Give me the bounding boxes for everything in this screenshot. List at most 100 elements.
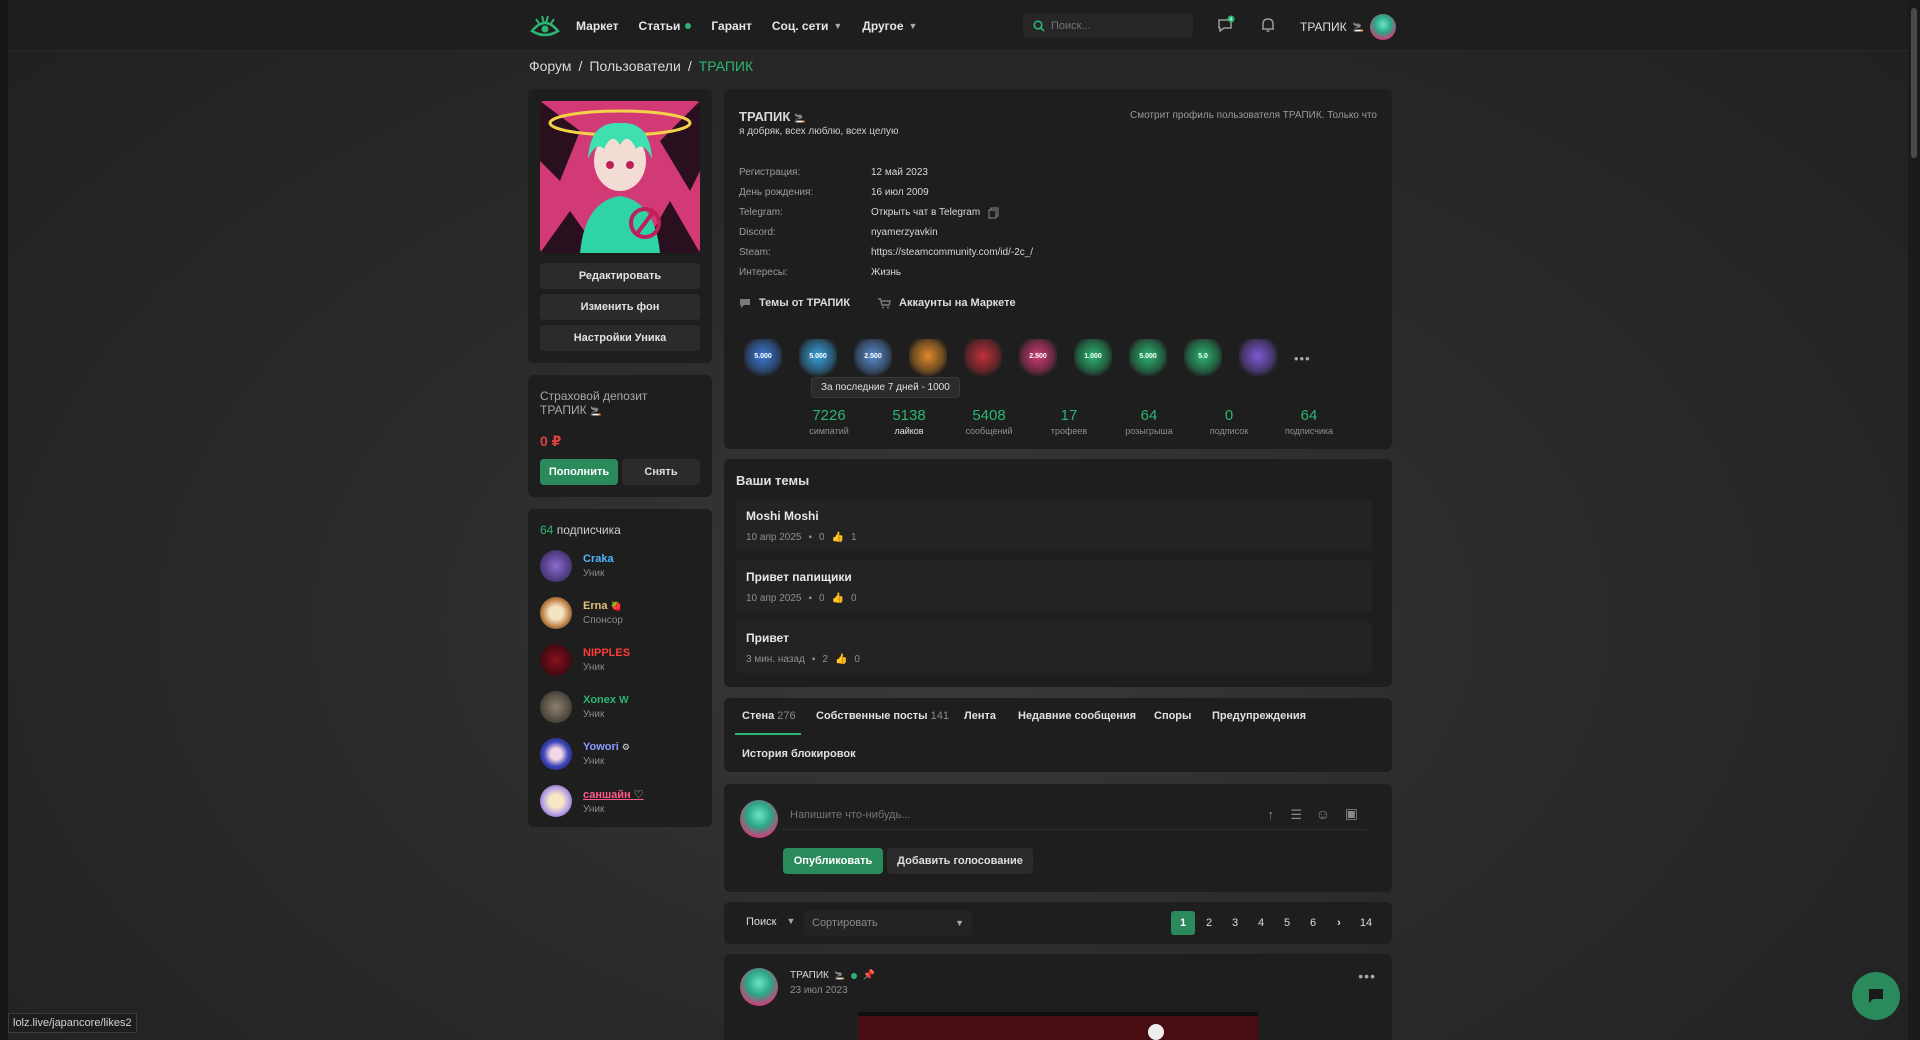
unique-settings-button[interactable]: Настройки Уника <box>540 325 700 351</box>
profile-links: Темы от ТРАПИК Аккаунты на Маркете <box>739 297 1016 309</box>
subscriber-item[interactable]: Xonex W Уник <box>540 688 700 726</box>
breadcrumb-users[interactable]: Пользователи <box>589 58 680 74</box>
profile-name: ТРАПИК 🚬 <box>739 109 805 124</box>
list-icon[interactable]: ☰ <box>1290 807 1302 823</box>
page-5[interactable]: 5 <box>1275 911 1299 935</box>
username-badge-icon: 🚬 <box>834 971 845 980</box>
trophy-badge-icon[interactable]: 2.500 <box>1019 339 1057 377</box>
nav-inner: Маркет Статьи Гарант Соц. сети ▼ Другое ▼ <box>528 0 1428 51</box>
more-options-icon[interactable]: ••• <box>1358 968 1376 984</box>
stat-giveaways[interactable]: 64 розыгрыша <box>1109 407 1189 436</box>
theme-item[interactable]: Moshi Moshi 10 апр 2025 ▪ 0 👍 1 <box>736 499 1372 551</box>
change-background-button[interactable]: Изменить фон <box>540 294 700 320</box>
composer-input[interactable] <box>790 808 1240 821</box>
thumbs-up-icon: 👍 <box>831 532 845 543</box>
scrollbar-thumb[interactable] <box>1911 8 1917 158</box>
stat-trophies[interactable]: 17 трофеев <box>1029 407 1109 436</box>
page-6[interactable]: 6 <box>1301 911 1325 935</box>
site-logo-icon[interactable] <box>528 9 562 43</box>
post-image[interactable] <box>858 1012 1258 1040</box>
edit-profile-button[interactable]: Редактировать <box>540 263 700 289</box>
page-1[interactable]: 1 <box>1171 911 1195 935</box>
tab-disputes[interactable]: Споры <box>1154 710 1191 722</box>
subscriber-item[interactable]: Erna 🍓 Спонсор <box>540 594 700 632</box>
search-input[interactable] <box>1051 19 1181 32</box>
subscriber-name-text: Yowori <box>583 741 619 753</box>
page-last[interactable]: 14 <box>1354 911 1378 935</box>
next-page-button[interactable]: › <box>1327 911 1351 935</box>
tab-own-posts[interactable]: Собственные посты 141 <box>816 710 949 722</box>
copy-icon[interactable] <box>988 207 1000 219</box>
page-4[interactable]: 4 <box>1249 911 1273 935</box>
breadcrumb-forum[interactable]: Форум <box>529 58 572 74</box>
post-author[interactable]: ТРАПИК 🚬 📌 <box>790 970 875 981</box>
online-indicator <box>850 972 857 979</box>
theme-item[interactable]: Привет папищики 10 апр 2025 ▪ 0 👍 0 <box>736 560 1372 612</box>
topup-button[interactable]: Пополнить <box>540 459 618 485</box>
steam-link[interactable]: https://steamcommunity.com/id/-2c_/ <box>871 247 1033 258</box>
post-author-avatar[interactable] <box>740 968 778 1006</box>
add-poll-button[interactable]: Добавить голосование <box>887 848 1033 874</box>
publish-button[interactable]: Опубликовать <box>783 848 883 874</box>
subscriber-item[interactable]: Craka Уник <box>540 547 700 585</box>
trophy-badge-icon[interactable]: 5.0 <box>1184 339 1222 377</box>
messages-icon[interactable]: 4 <box>1216 15 1236 35</box>
nav-other[interactable]: Другое ▼ <box>862 19 917 33</box>
nav-market[interactable]: Маркет <box>576 19 619 33</box>
stat-followers[interactable]: 64 подписчика <box>1269 407 1349 436</box>
trophy-badge-icon[interactable]: 5.000 <box>799 339 837 377</box>
stat-likes[interactable]: 5138 лайков <box>869 407 949 436</box>
subscriber-name: Yowori ⚙ <box>583 741 630 753</box>
subscriber-item[interactable]: саншайн ♡ Уник <box>540 782 700 820</box>
profile-avatar[interactable] <box>540 101 700 253</box>
search-filter[interactable]: Поиск ▼ <box>746 916 795 928</box>
more-trophies-icon[interactable]: ••• <box>1294 351 1311 366</box>
search-icon <box>1033 19 1045 32</box>
trophy-badge-icon[interactable] <box>964 339 1002 377</box>
trophy-label: 5.000 <box>754 353 772 360</box>
search-box[interactable] <box>1023 13 1193 38</box>
stat-sympathies[interactable]: 7226 симпатий <box>789 407 869 436</box>
post-image-top-band <box>858 1012 1258 1016</box>
chevron-down-icon: ▼ <box>908 20 918 31</box>
trophy-badge-icon[interactable]: 5.000 <box>744 339 782 377</box>
sort-select[interactable]: Сортировать ▼ <box>804 910 972 936</box>
tab-wall[interactable]: Стена 276 <box>742 710 796 722</box>
trophy-badge-icon[interactable]: 1.000 <box>1074 339 1112 377</box>
tab-recent-messages[interactable]: Недавние сообщения <box>1018 710 1136 722</box>
nav-articles[interactable]: Статьи <box>639 19 692 33</box>
nav-social[interactable]: Соц. сети ▼ <box>772 19 842 33</box>
market-accounts-link[interactable]: Аккаунты на Маркете <box>878 297 1016 309</box>
stat-following[interactable]: 0 подписок <box>1189 407 1269 436</box>
bell-icon[interactable] <box>1258 15 1278 35</box>
tab-ban-history[interactable]: История блокировок <box>742 748 856 760</box>
page-3[interactable]: 3 <box>1223 911 1247 935</box>
subscriber-name-text: Erna <box>583 600 608 612</box>
tab-warnings[interactable]: Предупреждения <box>1212 710 1306 722</box>
nav-guarantee[interactable]: Гарант <box>711 19 751 33</box>
subscriber-role: Уник <box>583 756 605 767</box>
theme-item[interactable]: Привет 3 мин. назад ▪ 2 👍 0 <box>736 621 1372 673</box>
image-icon[interactable]: ▣ <box>1345 805 1358 822</box>
tab-feed[interactable]: Лента <box>964 710 996 722</box>
user-menu[interactable]: ТРАПИК 🚬 <box>1300 14 1396 40</box>
user-threads-link[interactable]: Темы от ТРАПИК <box>739 297 850 309</box>
trophy-badge-icon[interactable] <box>909 339 947 377</box>
info-registration: Регистрация: 12 май 2023 <box>739 167 928 178</box>
trophy-badge-icon[interactable]: 5.000 <box>1129 339 1167 377</box>
page-scrollbar[interactable] <box>1908 0 1920 1040</box>
withdraw-button[interactable]: Снять <box>622 459 700 485</box>
trophy-badge-icon[interactable]: 2.500 <box>854 339 892 377</box>
subscriber-item[interactable]: NIPPLES Уник <box>540 641 700 679</box>
telegram-link[interactable]: Открыть чат в Telegram <box>871 207 980 219</box>
emoji-icon[interactable]: ☺ <box>1316 806 1330 822</box>
chat-button[interactable] <box>1852 972 1900 1020</box>
subscriber-item[interactable]: Yowori ⚙ Уник <box>540 735 700 773</box>
trophy-badge-icon[interactable] <box>1239 339 1277 377</box>
arrow-up-icon[interactable]: ↑ <box>1268 807 1275 822</box>
page-2[interactable]: 2 <box>1197 911 1221 935</box>
stat-messages[interactable]: 5408 сообщений <box>949 407 1029 436</box>
composer-input-wrap[interactable]: ↑ ☰ ☺ ▣ <box>782 800 1366 830</box>
subscribers-title[interactable]: 64 подписчика <box>540 523 621 537</box>
subscriber-avatar <box>540 597 572 629</box>
